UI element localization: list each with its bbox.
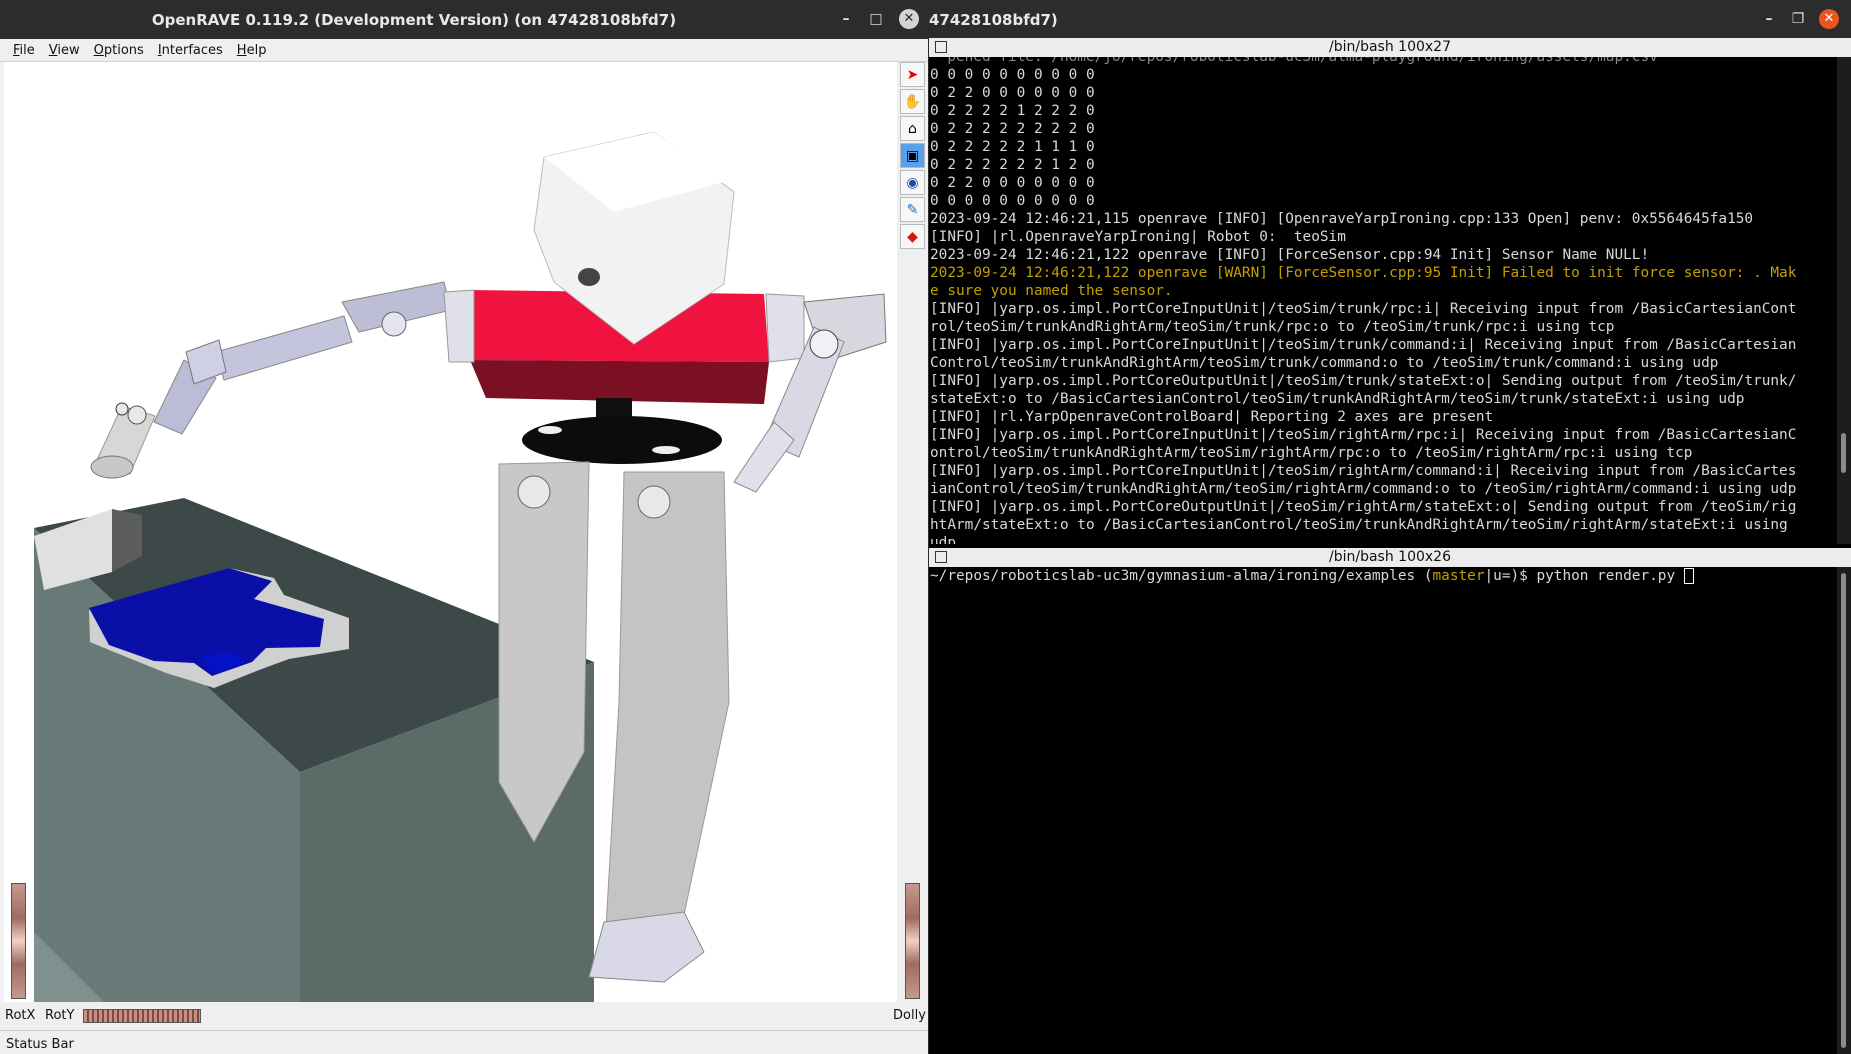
foot	[588, 911, 705, 983]
status-bar: Status Bar	[0, 1030, 928, 1054]
terminal-line: [INFO] |rl.OpenraveYarpIroning| Robot 0:…	[930, 229, 1346, 245]
rotx-label: RotX	[5, 1008, 36, 1023]
git-branch: master	[1432, 568, 1485, 584]
terminal-titlebar[interactable]: 47428108bfd7) – ❐ ✕	[929, 0, 1851, 39]
leg-right	[603, 471, 730, 963]
close-button[interactable]: ✕	[899, 9, 919, 29]
terminal-line: 0 2 2 0 0 0 0 0 0 0	[930, 175, 1095, 191]
terminal-line: htArm/stateExt:o to /BasicCartesianContr…	[930, 517, 1788, 533]
terminal-line: 2023-09-24 12:46:21,122 openrave [INFO] …	[930, 247, 1650, 263]
minimize-button[interactable]: –	[836, 9, 856, 29]
viewall-icon[interactable]: ▣	[900, 143, 925, 168]
view-toolbar: ➤ ✋ ⌂ ▣ ◉ ✎ ◆	[897, 62, 928, 1002]
terminal-line: 2023-09-24 12:46:21,122 openrave [WARN] …	[930, 265, 1797, 281]
robot-scene	[34, 131, 887, 1002]
upper-arm-left	[215, 315, 353, 381]
scroll-thumb[interactable]	[1841, 573, 1846, 1048]
terminal-line: stateExt:o to /BasicCartesianControl/teo…	[930, 391, 1745, 407]
terminal-line: [INFO] |yarp.os.impl.PortCoreOutputUnit|…	[930, 373, 1797, 389]
top-pane-title: /bin/bash 100x27	[1329, 39, 1451, 55]
terminal-line: ianControl/teoSim/trunkAndRightArm/teoSi…	[930, 481, 1797, 497]
dolly-wheel[interactable]	[905, 883, 920, 999]
menu-bar: File View Options Interfaces Help	[0, 39, 928, 62]
maximize-button[interactable]: □	[866, 9, 886, 29]
terminal-line: [INFO] |rl.YarpOpenraveControlBoard| Rep…	[930, 409, 1494, 425]
terminal-line: e sure you named the sensor.	[930, 283, 1173, 299]
menu-options[interactable]: Options	[87, 43, 151, 58]
terminal-title: 47428108bfd7)	[929, 10, 1058, 29]
top-terminal-pane[interactable]: pened file: /home/jo/repos/roboticslab-u…	[929, 57, 1835, 544]
terminal-close-button[interactable]: ✕	[1819, 9, 1839, 29]
pan-hand-icon[interactable]: ✋	[900, 89, 925, 114]
terminal-line: 0 2 2 2 2 1 2 2 2 0	[930, 103, 1095, 119]
bottom-pane-header[interactable]: /bin/bash 100x26	[929, 548, 1851, 567]
menu-help[interactable]: Help	[230, 43, 274, 58]
terminal-line: pened file: /home/jo/repos/roboticslab-u…	[930, 57, 1658, 65]
terminal-line: [INFO] |yarp.os.impl.PortCoreInputUnit|/…	[930, 301, 1797, 317]
menu-interfaces[interactable]: Interfaces	[151, 43, 230, 58]
terminal-line: 0 0 0 0 0 0 0 0 0 0	[930, 67, 1095, 83]
terminal-line: 0 2 2 2 2 2 1 1 1 0	[930, 139, 1095, 155]
pane-split-icon[interactable]	[935, 551, 947, 563]
terminal-window: 47428108bfd7) – ❐ ✕ /bin/bash 100x27 pen…	[929, 0, 1851, 1054]
prompt-line[interactable]: ~/repos/roboticslab-uc3m/gymnasium-alma/…	[930, 567, 1835, 585]
prompt-command: |u=)$ python render.py	[1484, 568, 1684, 584]
home-icon[interactable]: ⌂	[900, 116, 925, 141]
scroll-thumb[interactable]	[1841, 433, 1846, 473]
bottom-pane-title: /bin/bash 100x26	[1329, 549, 1451, 565]
terminal-line: [INFO] |yarp.os.impl.PortCoreInputUnit|/…	[930, 337, 1797, 353]
pane-split-icon[interactable]	[935, 41, 947, 53]
terminal-line: 0 2 2 0 0 0 0 0 0 0	[930, 85, 1095, 101]
terminal-line: rol/teoSim/trunkAndRightArm/teoSim/trunk…	[930, 319, 1615, 335]
terminal-line: [INFO] |yarp.os.impl.PortCoreInputUnit|/…	[930, 463, 1797, 479]
openrave-window: OpenRAVE 0.119.2 (Development Version) (…	[0, 0, 928, 1054]
roty-label: RotY	[45, 1008, 75, 1023]
terminal-maximize-button[interactable]: ❐	[1788, 9, 1808, 29]
openrave-titlebar[interactable]: OpenRAVE 0.119.2 (Development Version) (…	[0, 0, 928, 39]
terminal-line: udp	[930, 535, 956, 544]
terminal-line: [INFO] |yarp.os.impl.PortCoreInputUnit|/…	[930, 427, 1797, 443]
terminal-line: Control/teoSim/trunkAndRightArm/teoSim/t…	[930, 355, 1719, 371]
terminal-minimize-button[interactable]: –	[1759, 9, 1779, 29]
menu-view[interactable]: View	[42, 43, 87, 58]
top-pane-scrollbar[interactable]	[1837, 57, 1851, 544]
terminal-line: 2023-09-24 12:46:21,115 openrave [INFO] …	[930, 211, 1754, 227]
terminal-line: 0 2 2 2 2 2 2 2 2 0	[930, 121, 1095, 137]
terminal-line: ontrol/teoSim/trunkAndRightArm/teoSim/ri…	[930, 445, 1693, 461]
menu-file[interactable]: File	[6, 43, 42, 58]
top-pane-header[interactable]: /bin/bash 100x27	[929, 38, 1851, 57]
pelvis	[522, 416, 722, 464]
terminal-line: [INFO] |yarp.os.impl.PortCoreOutputUnit|…	[930, 499, 1797, 515]
terminal-line: 0 0 0 0 0 0 0 0 0 0	[930, 193, 1095, 209]
text-cursor	[1683, 568, 1694, 584]
window-title: OpenRAVE 0.119.2 (Development Version) (…	[151, 10, 677, 29]
roty-wheel[interactable]	[83, 1009, 201, 1023]
terminal-line: 0 2 2 2 2 2 2 1 2 0	[930, 157, 1095, 173]
prompt-path: ~/repos/roboticslab-uc3m/gymnasium-alma/…	[930, 568, 1433, 584]
bottom-controls: RotX RotY Dolly	[0, 1002, 928, 1030]
rotx-wheel[interactable]	[11, 883, 26, 999]
3d-viewport[interactable]	[4, 62, 897, 1002]
perspective-icon[interactable]: ◆	[900, 224, 925, 249]
select-arrow-icon[interactable]: ➤	[900, 62, 925, 87]
bottom-pane-scrollbar[interactable]	[1837, 567, 1851, 1054]
dolly-label: Dolly	[893, 1008, 926, 1023]
bottom-terminal-pane[interactable]: ~/repos/roboticslab-uc3m/gymnasium-alma/…	[929, 567, 1835, 1054]
seek-icon[interactable]: ✎	[900, 197, 925, 222]
eye-icon[interactable]: ◉	[900, 170, 925, 195]
